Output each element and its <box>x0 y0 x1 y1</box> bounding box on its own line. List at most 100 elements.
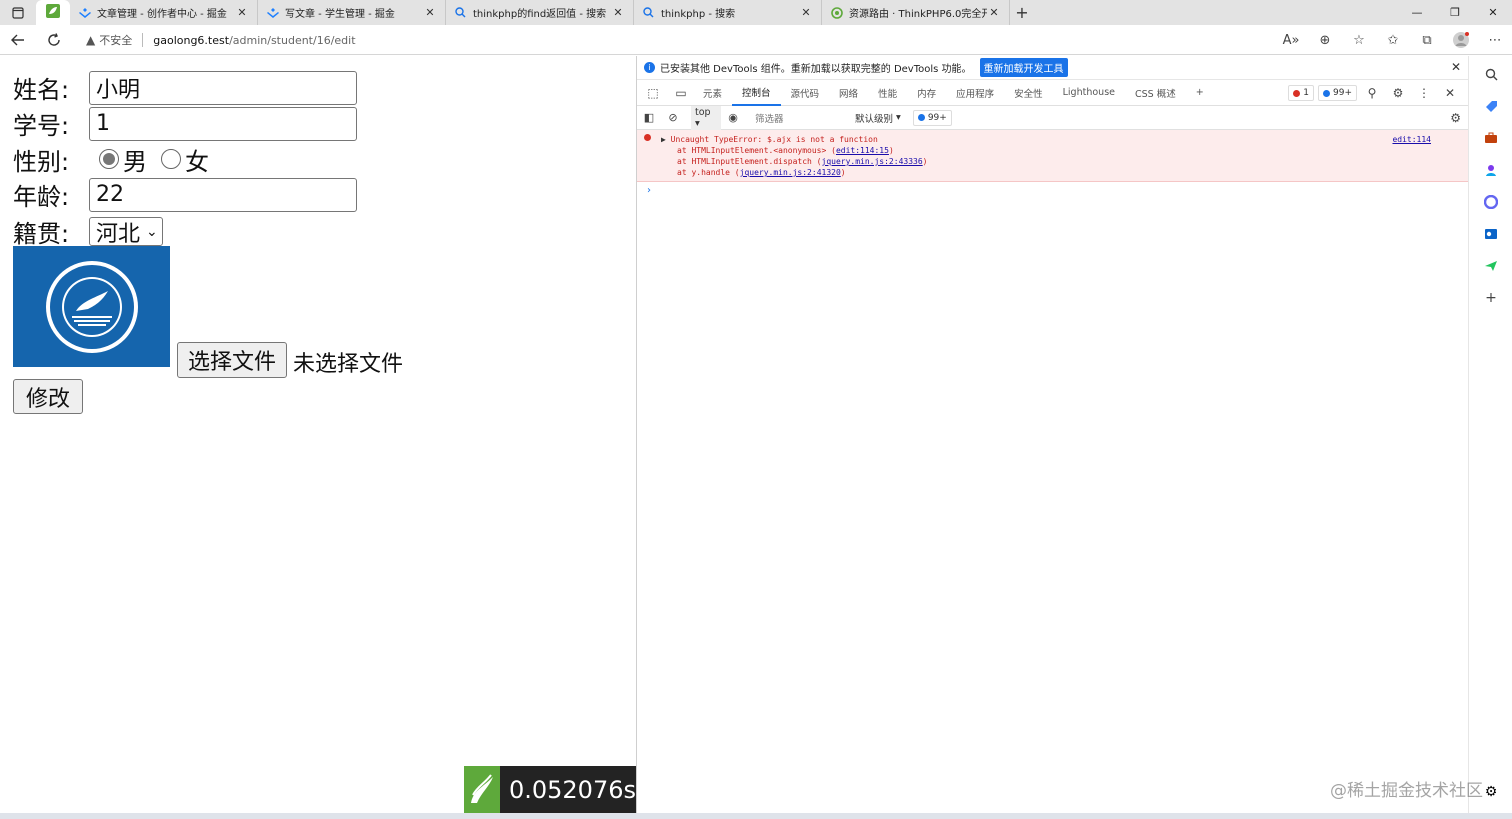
refresh-icon[interactable] <box>36 25 72 55</box>
submit-button[interactable]: 修改 <box>13 379 84 414</box>
minimize-icon[interactable]: — <box>1398 0 1436 25</box>
sidebar-search-icon[interactable] <box>1469 58 1512 90</box>
security-label[interactable]: 不安全 <box>99 32 132 48</box>
more-options-icon[interactable]: ⋮ <box>1413 86 1435 100</box>
gender-male-radio[interactable] <box>99 149 119 169</box>
address-bar: ▲ 不安全 gaolong6.test /admin/student/16/ed… <box>0 25 1512 55</box>
trace-bar[interactable]: 0.052076s <box>464 766 636 813</box>
device-toolbar-icon[interactable]: ▭ <box>669 86 693 100</box>
favorites-icon[interactable]: ✩ <box>1376 33 1410 48</box>
filter-input[interactable]: 筛选器 <box>755 110 845 126</box>
log-levels-select[interactable]: 默认级别 ▾ <box>855 111 901 125</box>
tab-actions-icon[interactable] <box>0 0 36 25</box>
console-prompt[interactable]: › <box>647 185 651 196</box>
url-host: gaolong6.test <box>153 33 230 47</box>
tab-4[interactable]: thinkphp - 搜索 ✕ <box>634 0 822 25</box>
gender-female-radio[interactable] <box>161 149 181 169</box>
send-icon[interactable] <box>1469 250 1512 282</box>
restore-icon[interactable]: ❐ <box>1436 0 1474 25</box>
tab-5[interactable]: 资源路由 · ThinkPHP6.0完全开发 ✕ <box>822 0 1010 25</box>
more-tabs-icon[interactable]: + <box>1186 80 1214 106</box>
gender-label: 性别: <box>13 147 70 176</box>
tab-security[interactable]: 安全性 <box>1004 80 1053 106</box>
expand-triangle-icon[interactable]: ▶ <box>661 135 666 144</box>
tab-lighthouse[interactable]: Lighthouse <box>1053 80 1125 106</box>
console-error-message[interactable]: ▶ Uncaught TypeError: $.ajx is not a fun… <box>637 130 1469 182</box>
error-count-badge[interactable]: 1 <box>1288 85 1314 101</box>
origin-select[interactable]: 河北 ⌄ <box>89 217 163 247</box>
collections-icon[interactable]: ⧉ <box>1410 33 1444 48</box>
close-tab-icon[interactable]: ✕ <box>235 6 249 19</box>
console-message-badge[interactable]: 99+ <box>912 109 952 126</box>
add-sidebar-app-icon[interactable]: + <box>1469 282 1512 314</box>
zoom-icon[interactable]: ⊕ <box>1308 33 1342 48</box>
close-tab-icon[interactable]: ✕ <box>799 6 813 19</box>
message-count-badge[interactable]: 99+ <box>1318 85 1357 101</box>
add-favorite-icon[interactable]: ☆ <box>1342 33 1376 48</box>
edge-sidebar: + ⚙ <box>1468 56 1512 813</box>
tab-memory[interactable]: 内存 <box>907 80 946 106</box>
tab-1[interactable]: 文章管理 - 创作者中心 - 掘金 ✕ <box>70 0 258 25</box>
tab-title: thinkphp的find返回值 - 搜索 <box>473 9 607 20</box>
settings-gear-icon[interactable]: ⚙ <box>1387 86 1409 100</box>
tab-title: 写文章 - 学生管理 - 掘金 <box>285 9 395 20</box>
tab-performance[interactable]: 性能 <box>868 80 907 106</box>
url-field[interactable]: ▲ 不安全 gaolong6.test /admin/student/16/ed… <box>86 29 356 51</box>
inspect-icon[interactable]: ⬚ <box>641 86 665 100</box>
name-input[interactable] <box>89 70 357 105</box>
close-icon[interactable]: ✕ <box>1451 60 1461 74</box>
tab-console[interactable]: 控制台 <box>732 80 781 106</box>
new-tab-icon[interactable]: + <box>1010 0 1034 25</box>
live-expression-icon[interactable]: ◉ <box>721 111 745 124</box>
chevron-down-icon: ⌄ <box>146 223 158 240</box>
stack-link[interactable]: edit:114:15 <box>836 146 889 155</box>
games-icon[interactable] <box>1469 154 1512 186</box>
tab-2[interactable]: 写文章 - 学生管理 - 掘金 ✕ <box>258 0 446 25</box>
tools-icon[interactable] <box>1469 122 1512 154</box>
student-id-input[interactable] <box>89 106 357 141</box>
message-icon <box>1323 89 1330 97</box>
stack-line: at y.handle (jquery.min.js:2:41320) <box>677 168 846 177</box>
warning-icon[interactable]: ▲ <box>86 33 95 47</box>
tab-title: 文章管理 - 创作者中心 - 掘金 <box>97 9 227 20</box>
avatar[interactable] <box>1444 31 1478 49</box>
close-window-icon[interactable]: ✕ <box>1474 0 1512 25</box>
search-icon <box>642 6 655 19</box>
close-tab-icon[interactable]: ✕ <box>611 6 625 19</box>
tab-strip: 文章管理 - 创作者中心 - 掘金 ✕ 写文章 - 学生管理 - 掘金 ✕ th… <box>0 0 1512 25</box>
error-icon <box>1293 89 1301 97</box>
more-menu-icon[interactable]: ⋯ <box>1478 33 1512 48</box>
office-icon[interactable] <box>1469 186 1512 218</box>
stack-link[interactable]: jquery.min.js:2:41320 <box>740 168 841 177</box>
clear-console-icon[interactable]: ⊘ <box>661 111 685 124</box>
customize-icon[interactable]: ⚲ <box>1361 86 1383 100</box>
tab-elements[interactable]: 元素 <box>693 80 732 106</box>
outlook-icon[interactable] <box>1469 218 1512 250</box>
gender-male-label: 男 <box>123 147 147 176</box>
stack-text: at HTMLInputElement.<anonymous> ( <box>677 146 836 155</box>
back-icon[interactable] <box>0 25 36 55</box>
choose-file-button[interactable]: 选择文件 <box>177 342 288 378</box>
tab-network[interactable]: 网络 <box>829 80 868 106</box>
tab-sources[interactable]: 源代码 <box>781 80 830 106</box>
context-select[interactable]: top ▾ <box>691 105 721 130</box>
sidebar-toggle-icon[interactable]: ◧ <box>637 111 661 124</box>
console-settings-icon[interactable]: ⚙ <box>1450 111 1461 125</box>
stack-link[interactable]: jquery.min.js:2:43336 <box>822 157 923 166</box>
trace-time: 0.052076s <box>508 775 636 804</box>
close-devtools-icon[interactable]: ✕ <box>1439 86 1461 100</box>
close-tab-icon[interactable]: ✕ <box>987 6 1001 19</box>
error-line: ▶ Uncaught TypeError: $.ajx is not a fun… <box>661 135 878 144</box>
error-source-link[interactable]: edit:114 <box>1392 135 1431 144</box>
tab-active[interactable] <box>36 0 70 25</box>
stack-paren: ) <box>888 146 894 155</box>
read-aloud-icon[interactable]: A» <box>1274 33 1308 48</box>
tab-css-overview[interactable]: CSS 概述 <box>1125 80 1186 106</box>
close-tab-icon[interactable]: ✕ <box>423 6 437 19</box>
tab-application[interactable]: 应用程序 <box>946 80 1004 106</box>
tag-icon[interactable] <box>1469 90 1512 122</box>
tab-3[interactable]: thinkphp的find返回值 - 搜索 ✕ <box>446 0 634 25</box>
console-badge-count: 99+ <box>927 112 947 123</box>
reload-devtools-button[interactable]: 重新加载开发工具 <box>979 58 1068 77</box>
age-input[interactable] <box>89 177 357 212</box>
